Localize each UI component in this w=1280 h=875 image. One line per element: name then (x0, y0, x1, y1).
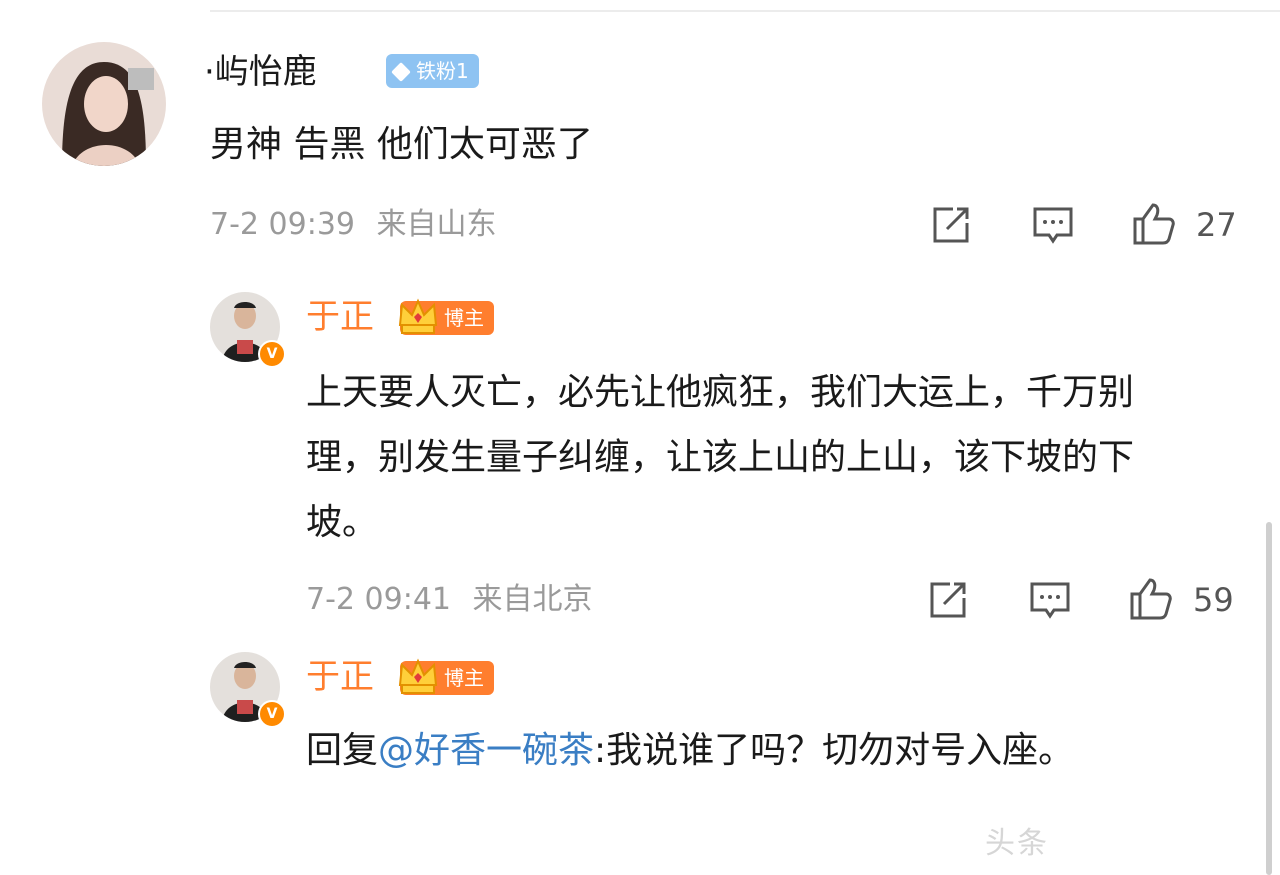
comment-icon[interactable] (1031, 203, 1075, 247)
crown-icon (398, 298, 438, 334)
watermark: 头条 (985, 826, 1049, 861)
comment-time: 7-2 09:41 (306, 582, 451, 617)
comment-location: 来自山东 (376, 207, 497, 242)
username[interactable]: 于正 (306, 657, 374, 697)
top-divider (210, 10, 1280, 12)
like-count: 27 (1196, 206, 1237, 244)
like-icon[interactable] (1131, 201, 1175, 245)
host-badge-label: 博主 (444, 306, 484, 330)
username[interactable]: 于正 (306, 297, 374, 337)
like-icon[interactable] (1128, 576, 1172, 620)
comment-icon[interactable] (1028, 578, 1072, 622)
avatar[interactable] (42, 42, 166, 166)
host-badge-label: 博主 (444, 666, 484, 690)
comment-meta: 7-2 09:41 来自北京 (306, 580, 593, 620)
scrollbar[interactable] (1266, 522, 1272, 875)
fan-badge[interactable]: 铁粉1 (386, 54, 479, 88)
crown-icon (398, 658, 438, 694)
comment-location: 来自北京 (472, 582, 593, 617)
reply-prefix: 回复 (306, 730, 379, 771)
verified-icon: V (258, 700, 286, 728)
verified-icon: V (258, 340, 286, 368)
comment-meta: 7-2 09:39 来自山东 (210, 205, 497, 245)
comment-text: 男神 告黑 他们太可恶了 (210, 124, 593, 165)
host-badge[interactable]: 博主 (398, 658, 494, 695)
reply-text: 回复@好香一碗茶:我说谁了吗？切勿对号入座。 (306, 718, 1191, 783)
comment-time: 7-2 09:39 (210, 207, 355, 242)
username[interactable]: ·屿怡鹿 (204, 52, 317, 92)
diamond-icon (391, 62, 411, 82)
fan-badge-label: 铁粉1 (416, 59, 469, 83)
mention-link[interactable]: @好香一碗茶 (378, 730, 594, 771)
reply-body: :我说谁了吗？切勿对号入座。 (594, 730, 1075, 771)
host-badge[interactable]: 博主 (398, 298, 494, 335)
like-count: 59 (1193, 581, 1234, 619)
share-icon[interactable] (929, 203, 973, 247)
comment-text: 上天要人灭亡，必先让他疯狂，我们大运上，千万别理，别发生量子纠缠，让该上山的上山… (306, 372, 1135, 543)
share-icon[interactable] (926, 578, 970, 622)
